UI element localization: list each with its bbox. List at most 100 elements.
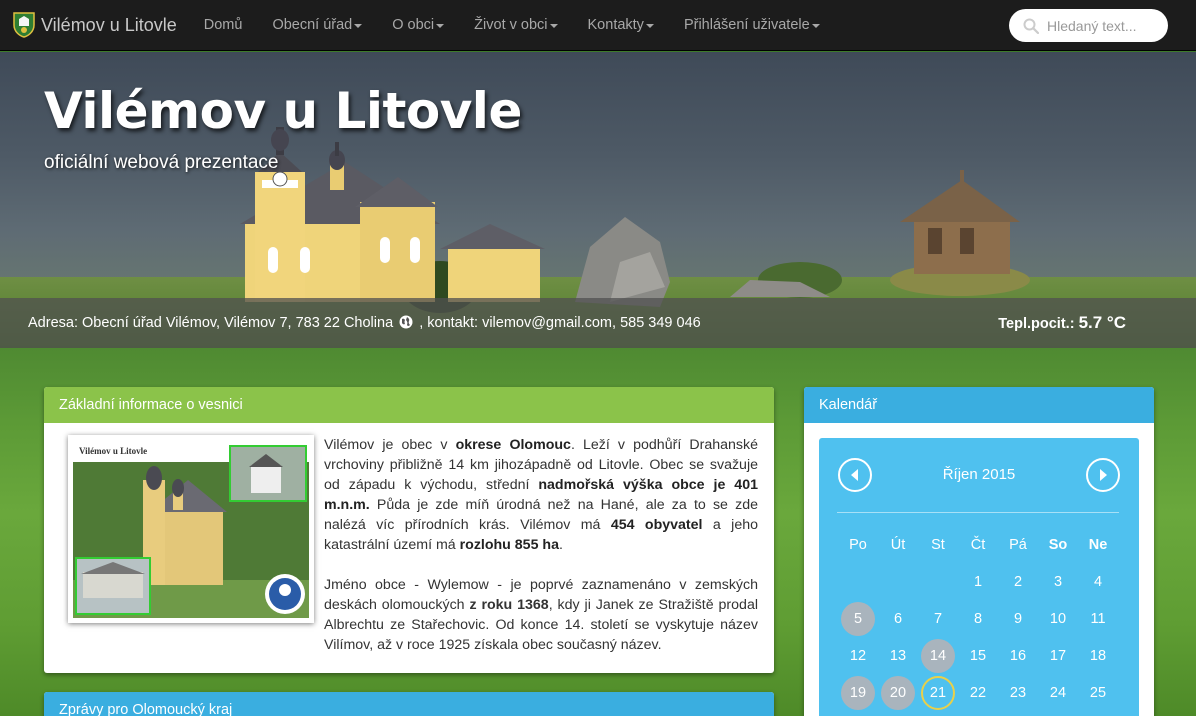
weekday-label: Pá (1009, 536, 1027, 553)
calendar-day[interactable]: 4 (1081, 565, 1115, 599)
globe-icon (399, 315, 413, 329)
calendar-day[interactable]: 15 (961, 639, 995, 673)
weekday-label: Čt (970, 536, 986, 553)
brand-name: Vilémov u Litovle (41, 14, 177, 35)
calendar-day[interactable]: 9 (1001, 602, 1035, 636)
next-month-button[interactable] (1086, 458, 1120, 492)
calendar-day[interactable]: 17 (1041, 639, 1075, 673)
nav-item-label: O obci (392, 17, 435, 33)
calendar-day[interactable]: 14 (921, 638, 955, 673)
calendar-week: 12 13 14 15 16 17 18 (838, 637, 1120, 674)
nav-item-2[interactable]: O obci (377, 0, 459, 50)
nav-item-3[interactable]: Život v obci (459, 0, 572, 50)
main-menu: Domů Obecní úřad O obci Život v obci Kontakt… (189, 0, 835, 50)
village-collage-image: Vilémov u Litovle (73, 440, 309, 618)
address-prefix: Adresa: Obecní úřad Vilémov, Vilémov 7, … (28, 315, 394, 331)
calendar-day-cell: 14 (918, 637, 958, 674)
calendar-day-cell: 5 (838, 600, 878, 637)
calendar-day[interactable]: 10 (1041, 602, 1075, 636)
site-title: Vilémov u Litovle (44, 82, 522, 140)
weekday-header: Po Út St Čt Pá So Ne (838, 526, 1120, 563)
calendar-day-cell: 6 (878, 600, 918, 637)
calendar-week: 5 6 7 8 9 10 11 (838, 600, 1120, 637)
nav-item-1[interactable]: Obecní úřad (257, 0, 377, 50)
calendar-day[interactable]: 19 (841, 675, 875, 710)
calendar-day-cell: 13 (878, 637, 918, 674)
village-info-body: Vilémov u Litovle Vilémov je obec v okre… (44, 423, 774, 655)
calendar-week: 1234 (838, 563, 1120, 600)
top-navbar: Vilémov u Litovle Domů Obecní úřad O obci Ž… (0, 0, 1196, 51)
calendar-day[interactable]: 21 (921, 675, 955, 710)
calendar-day-cell: 16 (998, 637, 1038, 674)
caret-down-icon (354, 24, 363, 28)
village-info-heading: Základní informace o vesnici (44, 387, 774, 423)
village-info-panel: Základní informace o vesnici Vilémov u L… (44, 387, 774, 673)
highlight-fact: rozlohu 855 ha (459, 537, 559, 553)
caret-down-icon (549, 24, 558, 28)
village-photo: Vilémov u Litovle (68, 435, 314, 623)
calendar-day[interactable]: 12 (841, 639, 875, 673)
nav-item-label: Život v obci (474, 17, 548, 33)
regional-news-panel: Zprávy pro Olomoucký kraj (44, 692, 774, 716)
search-box (1009, 9, 1168, 42)
calendar-day-cell: 1 (958, 563, 998, 600)
highlight-fact: 454 obyvatel (610, 517, 703, 533)
calendar-day[interactable]: 18 (1081, 639, 1115, 673)
calendar-day[interactable]: 3 (1041, 565, 1075, 599)
calendar-day[interactable]: 24 (1041, 676, 1075, 710)
calendar-day[interactable]: 25 (1081, 676, 1115, 710)
calendar-divider (837, 512, 1119, 513)
calendar-day-cell: 24 (1038, 674, 1078, 711)
calendar-day-cell: 25 (1078, 674, 1118, 711)
nav-item-4[interactable]: Kontakty (573, 0, 669, 50)
caret-down-icon (645, 24, 654, 28)
calendar-day[interactable]: 13 (881, 639, 915, 673)
calendar-day-cell: 2 (998, 563, 1038, 600)
paragraph-text: . (558, 537, 563, 553)
calendar-day[interactable]: 6 (881, 602, 915, 636)
calendar-day[interactable]: 1 (961, 565, 995, 599)
calendar-day-cell: 4 (1078, 563, 1118, 600)
search-input[interactable] (1047, 17, 1162, 34)
weekday-label: St (931, 536, 945, 553)
calendar-day-cell: 21 (918, 674, 958, 711)
calendar-day-cell: 11 (1078, 600, 1118, 637)
calendar-week: 19 20 21 22 23 24 25 (838, 674, 1120, 711)
calendar-day-cell: 19 (838, 674, 878, 711)
calendar-empty-cell (878, 563, 918, 600)
intro-paragraph: Vilémov je obec v okrese Olomouc. Leží v… (324, 435, 758, 555)
brand[interactable]: Vilémov u Litovle (0, 0, 189, 50)
calendar-day-cell: 18 (1078, 637, 1118, 674)
weekday-label: Út (890, 536, 906, 553)
weekday-label: Po (849, 536, 867, 553)
calendar-panel: Kalendář Říjen 2015 Po Út St Čt Pá So Ne 1 2 3 4 5 6… (804, 387, 1154, 716)
calendar-day[interactable]: 16 (1001, 639, 1035, 673)
calendar-day-cell: 7 (918, 600, 958, 637)
calendar-day-cell: 22 (958, 674, 998, 711)
paragraph-text: Vilémov je obec v (324, 437, 456, 453)
search-icon[interactable] (1023, 18, 1039, 34)
contact-text: , kontakt: vilemov@gmail.com, 585 349 04… (419, 315, 701, 331)
calendar-day[interactable]: 7 (921, 602, 955, 636)
calendar-day-cell: 23 (998, 674, 1038, 711)
calendar-day[interactable]: 20 (881, 675, 915, 710)
calendar-day[interactable]: 5 (841, 601, 875, 636)
calendar-day[interactable]: 23 (1001, 676, 1035, 710)
calendar-heading: Kalendář (804, 387, 1154, 423)
highlight-fact: okrese Olomouc (455, 437, 571, 453)
nav-item-5[interactable]: Přihlášení uživatele (669, 0, 835, 50)
calendar-day-cell: 20 (878, 674, 918, 711)
calendar-day[interactable]: 8 (961, 602, 995, 636)
temperature: Tepl.pocit.: 5.7 °C (998, 313, 1126, 333)
weekday-label: So (1048, 536, 1068, 553)
calendar-day[interactable]: 22 (961, 676, 995, 710)
nav-item-0[interactable]: Domů (189, 0, 258, 50)
calendar-day-cell: 9 (998, 600, 1038, 637)
hero-banner: Vilémov u Litovle oficiální webová preze… (0, 52, 1196, 348)
nav-item-label: Kontakty (587, 17, 644, 33)
nav-item-label: Domů (203, 17, 243, 33)
temperature-value: 5.7 °C (1078, 313, 1126, 332)
calendar-day[interactable]: 11 (1081, 602, 1115, 636)
calendar-day[interactable]: 2 (1001, 565, 1035, 599)
regional-news-heading: Zprávy pro Olomoucký kraj (44, 692, 774, 716)
